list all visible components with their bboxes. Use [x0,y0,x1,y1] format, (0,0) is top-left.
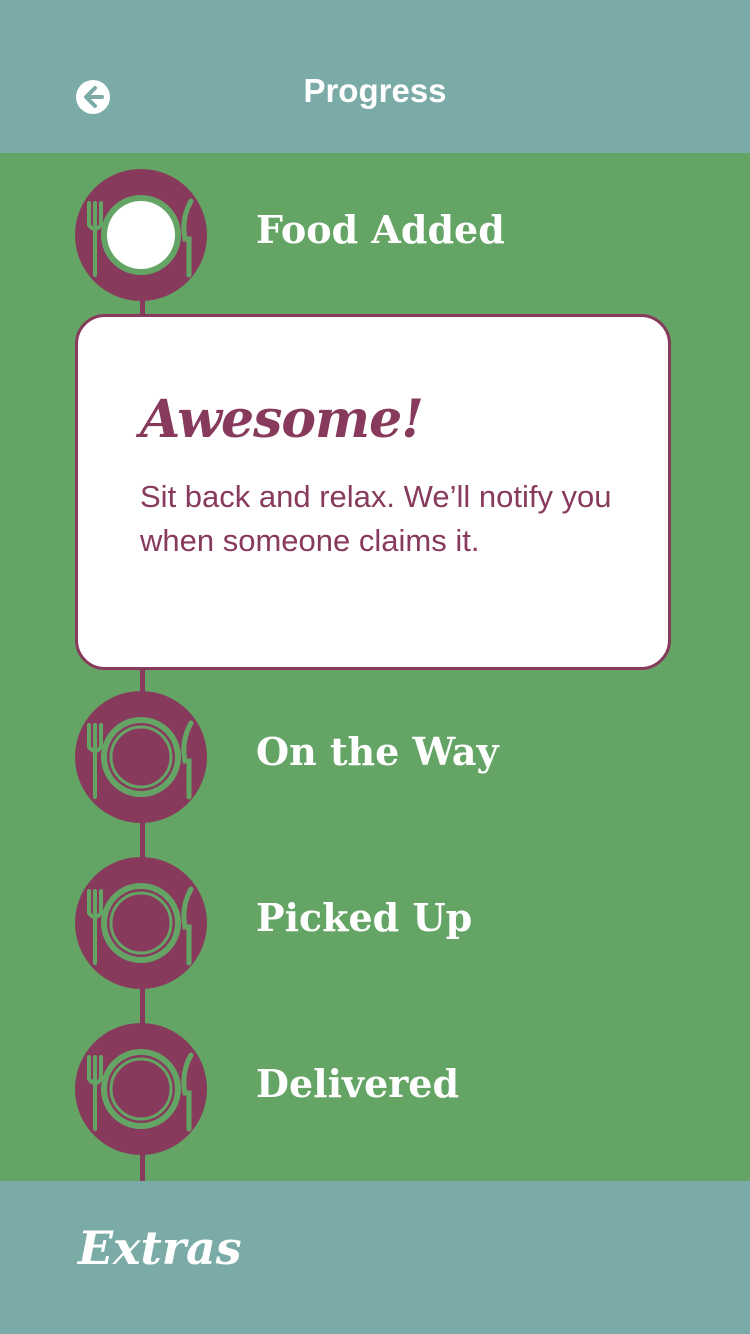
plate-cutlery-icon [75,169,207,301]
confirmation-card: Awesome! Sit back and relax. We’ll notif… [75,314,671,670]
step-delivered: Delivered [75,1023,675,1155]
footer-bar: Extras [0,1181,750,1334]
step-label: On the Way [256,729,499,774]
page-title: Progress [303,72,447,109]
plate-cutlery-icon [75,857,207,989]
card-message: Sit back and relax. We’ll notify you whe… [140,479,612,558]
progress-timeline: Food Added Awesome! Sit back and relax. … [0,153,750,1228]
step-picked-up: Picked Up [75,857,675,989]
plate-cutlery-icon [75,1023,207,1155]
step-label: Food Added [256,207,505,252]
step-food-added: Food Added [75,169,675,301]
step-label: Delivered [256,1061,460,1106]
card-title: Awesome! [140,389,424,450]
step-label: Picked Up [256,895,473,940]
header-bar: Progress [0,0,750,153]
extras-button[interactable]: Extras [78,1221,242,1275]
step-on-the-way: On the Way [75,691,675,823]
plate-cutlery-icon [75,691,207,823]
